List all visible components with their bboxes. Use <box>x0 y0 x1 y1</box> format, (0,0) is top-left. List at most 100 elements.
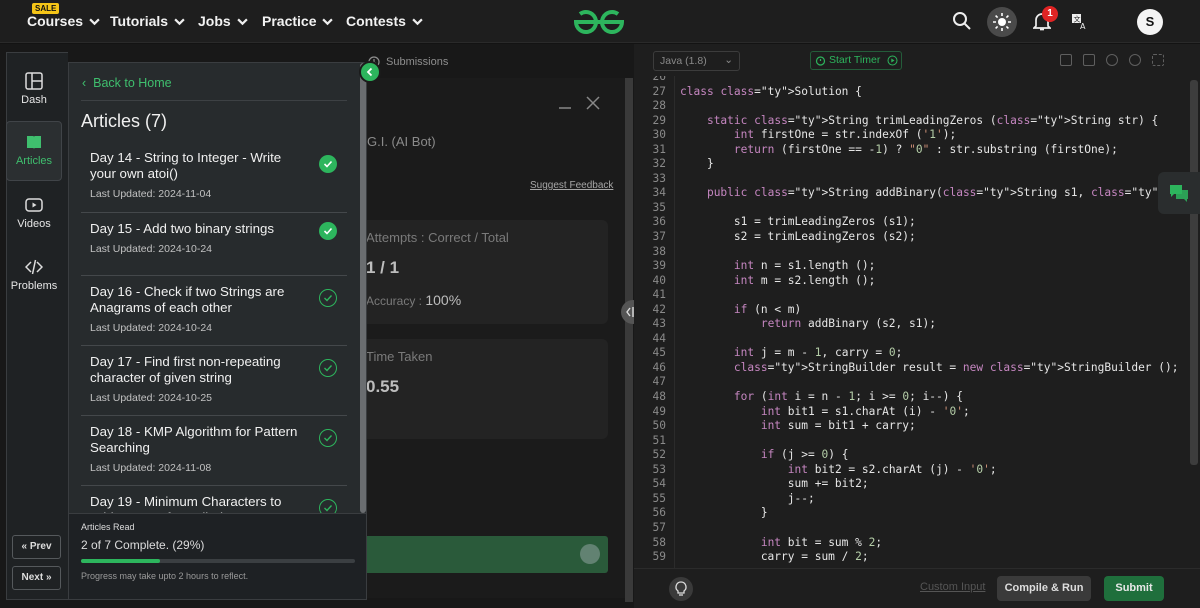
rail-videos[interactable]: Videos <box>6 196 62 230</box>
code-line[interactable]: 34 public class="ty">String addBinary(cl… <box>640 186 1192 201</box>
nav-contests[interactable]: Contests <box>346 13 423 29</box>
editor-scrollbar[interactable] <box>1190 80 1198 465</box>
avatar[interactable]: S <box>1137 9 1163 35</box>
rail-dash[interactable]: Dash <box>6 72 62 106</box>
code-line[interactable]: 51 <box>640 434 1192 449</box>
article-item[interactable]: Day 14 - String to Integer - Write your … <box>81 142 347 213</box>
next-button[interactable]: Next » <box>12 566 61 590</box>
line-number: 44 <box>652 331 666 345</box>
code-line[interactable]: 41 <box>640 288 1192 303</box>
refresh-icon[interactable] <box>1129 54 1141 66</box>
code-line[interactable]: 37 s2 = trimLeadingZeros (s2); <box>640 230 1192 245</box>
lightbulb-icon <box>675 581 687 596</box>
back-to-home-link[interactable]: ‹ Back to Home <box>82 76 172 90</box>
fullscreen-icon[interactable] <box>1152 54 1164 66</box>
search-icon[interactable] <box>952 11 972 31</box>
article-item[interactable]: Day 19 - Minimum Characters to Add at Fr… <box>81 486 347 513</box>
close-icon[interactable] <box>586 96 600 110</box>
article-date: Last Updated: 2024-11-04 <box>90 188 212 200</box>
article-item[interactable]: Day 15 - Add two binary strings Last Upd… <box>81 213 347 276</box>
code-line[interactable]: 55 j--; <box>640 492 1192 507</box>
nav-tutorials[interactable]: Tutorials <box>110 13 185 29</box>
code-line[interactable]: 39 int n = s1.length (); <box>640 259 1192 274</box>
line-code: int bit2 = s2.charAt (j) - '0'; <box>787 462 997 476</box>
timer-icon <box>815 56 826 66</box>
compile-run-button[interactable]: Compile & Run <box>997 576 1091 601</box>
code-line[interactable]: 31 return (firstOne == -1) ? "0" : str.s… <box>640 143 1192 158</box>
code-line[interactable]: 35 <box>640 201 1192 216</box>
code-line[interactable]: 29 static class="ty">String trimLeadingZ… <box>640 114 1192 129</box>
code-line[interactable]: 27 class class="ty">Solution { <box>640 85 1192 100</box>
line-code: class class="ty">Solution { <box>680 84 862 98</box>
export-icon[interactable] <box>1083 54 1095 66</box>
nav-courses[interactable]: Courses <box>27 13 100 29</box>
check-circle-icon <box>319 155 337 173</box>
nav-jobs-label: Jobs <box>198 13 231 29</box>
code-line[interactable]: 43 return addBinary (s2, s1); <box>640 317 1192 332</box>
code-line[interactable]: 49 int bit1 = s1.charAt (i) - '0'; <box>640 405 1192 420</box>
nav-practice[interactable]: Practice <box>262 13 334 29</box>
editor-actions <box>1060 54 1164 66</box>
code-line[interactable]: 50 int sum = bit1 + carry; <box>640 419 1192 434</box>
code-line[interactable]: 38 <box>640 245 1192 260</box>
code-line[interactable]: 40 int m = s2.length (); <box>640 274 1192 289</box>
result-panel <box>367 78 627 598</box>
code-line[interactable]: 30 int firstOne = str.indexOf ('1'); <box>640 128 1192 143</box>
article-item[interactable]: Day 16 - Check if two Strings are Anagra… <box>81 276 347 346</box>
language-select[interactable]: Java (1.8) ⌄ <box>653 51 740 71</box>
code-line[interactable]: 33 <box>640 172 1192 187</box>
copy-icon[interactable] <box>1060 54 1072 66</box>
code-line[interactable]: 28 <box>640 99 1192 114</box>
line-number: 31 <box>652 142 666 156</box>
line-number: 59 <box>652 550 666 564</box>
collapse-drawer-button[interactable] <box>359 61 381 83</box>
chat-button[interactable] <box>1158 172 1200 214</box>
code-line[interactable]: 53 int bit2 = s2.charAt (j) - '0'; <box>640 463 1192 478</box>
code-line[interactable]: 54 sum += bit2; <box>640 477 1192 492</box>
line-code: s2 = trimLeadingZeros (s2); <box>680 230 916 244</box>
pane-splitter[interactable] <box>625 78 633 602</box>
code-line[interactable]: 46 class="ty">StringBuilder result = new… <box>640 361 1192 376</box>
code-line[interactable]: 52 if (j >= 0) { <box>640 448 1192 463</box>
start-timer-button[interactable]: Start Timer <box>810 51 902 70</box>
code-line[interactable]: 45 int j = m - 1, carry = 0; <box>640 346 1192 361</box>
settings-icon[interactable] <box>1106 54 1118 66</box>
code-line[interactable]: 58 int bit = sum % 2; <box>640 536 1192 551</box>
drawer-scrollbar[interactable] <box>360 63 366 513</box>
article-item[interactable]: Day 18 - KMP Algorithm for Pattern Searc… <box>81 416 347 486</box>
minimize-icon[interactable] <box>558 96 572 110</box>
articles-drawer: ‹ Back to Home Articles (7) Day 14 - Str… <box>68 62 367 600</box>
hint-button[interactable] <box>669 577 693 601</box>
custom-input-link[interactable]: Custom Input <box>920 581 985 593</box>
translate-icon[interactable]: 文A <box>1071 13 1089 31</box>
line-number: 42 <box>652 302 666 316</box>
nav-jobs[interactable]: Jobs <box>198 13 248 29</box>
code-line[interactable]: 48 for (int i = n - 1; i >= 0; i--) { <box>640 390 1192 405</box>
rail-articles[interactable]: Articles <box>6 121 62 181</box>
line-number: 32 <box>652 157 666 171</box>
gfg-logo[interactable] <box>572 8 626 36</box>
code-area[interactable]: 26 27 class class="ty">Solution {28 29 stat… <box>640 76 1192 568</box>
check-circle-outline-icon <box>319 499 337 513</box>
rail-problems[interactable]: Problems <box>6 258 62 292</box>
code-line[interactable]: 59 carry = sum / 2; <box>640 550 1192 565</box>
article-title: Day 17 - Find first non-repeating charac… <box>90 354 281 385</box>
code-line[interactable]: 32 } <box>640 157 1192 172</box>
prev-button[interactable]: « Prev <box>12 535 61 559</box>
article-item[interactable]: Day 17 - Find first non-repeating charac… <box>81 346 347 416</box>
theme-toggle[interactable] <box>987 7 1017 37</box>
attempts-value: 1 / 1 <box>366 258 400 277</box>
line-number: 27 <box>652 84 666 98</box>
code-line[interactable]: 44 <box>640 332 1192 347</box>
submit-button[interactable]: Submit <box>1104 576 1164 601</box>
code-line[interactable]: 26 <box>640 76 1192 85</box>
code-line[interactable]: 42 if (n < m) <box>640 303 1192 318</box>
code-line[interactable]: 47 <box>640 375 1192 390</box>
article-date: Last Updated: 2024-10-24 <box>90 243 213 255</box>
attempts-label: Attempts : Correct / Total <box>366 230 509 245</box>
code-line[interactable]: 57 <box>640 521 1192 536</box>
suggest-feedback-link[interactable]: Suggest Feedback <box>530 180 613 191</box>
next-problem-bar[interactable] <box>357 536 608 573</box>
code-line[interactable]: 56 } <box>640 506 1192 521</box>
code-line[interactable]: 36 s1 = trimLeadingZeros (s1); <box>640 215 1192 230</box>
